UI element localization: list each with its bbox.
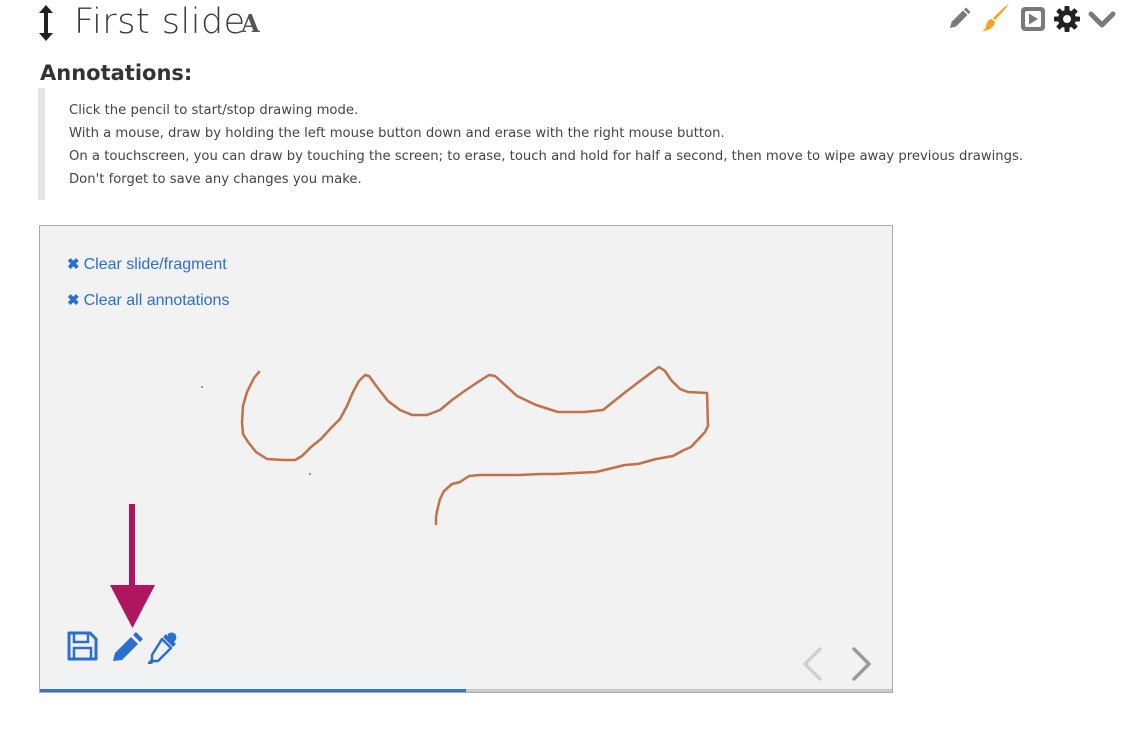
instruction-line: On a touchscreen, you can draw by touchi… xyxy=(69,149,1024,164)
save-icon[interactable] xyxy=(65,629,99,663)
progress-fill xyxy=(40,689,466,692)
pencil-icon[interactable] xyxy=(946,6,972,32)
instruction-line: Click the pencil to start/stop drawing m… xyxy=(69,103,359,118)
freehand-drawing xyxy=(201,365,710,526)
slide-canvas[interactable]: ✖ Clear slide/fragment ✖ Clear all annotat… xyxy=(39,225,893,693)
paintbrush-icon[interactable] xyxy=(980,2,1012,34)
pencil-icon[interactable] xyxy=(109,630,145,664)
instruction-line: Don't forget to save any changes you mak… xyxy=(69,172,362,187)
pointer-arrow xyxy=(110,504,155,628)
annotations-heading: Annotations: xyxy=(40,61,193,85)
gear-icon[interactable] xyxy=(1053,5,1081,33)
play-icon[interactable] xyxy=(1019,5,1047,33)
instruction-line: With a mouse, draw by holding the left m… xyxy=(69,126,725,141)
title-badge: A xyxy=(241,9,260,38)
eyedropper-icon[interactable] xyxy=(146,630,180,664)
nav-next-icon[interactable] xyxy=(846,646,876,682)
chevron-down-icon[interactable] xyxy=(1088,8,1116,32)
slide-title: First slide xyxy=(74,2,246,42)
nav-prev-icon[interactable] xyxy=(798,646,828,682)
vertical-resize-icon[interactable] xyxy=(36,4,56,42)
